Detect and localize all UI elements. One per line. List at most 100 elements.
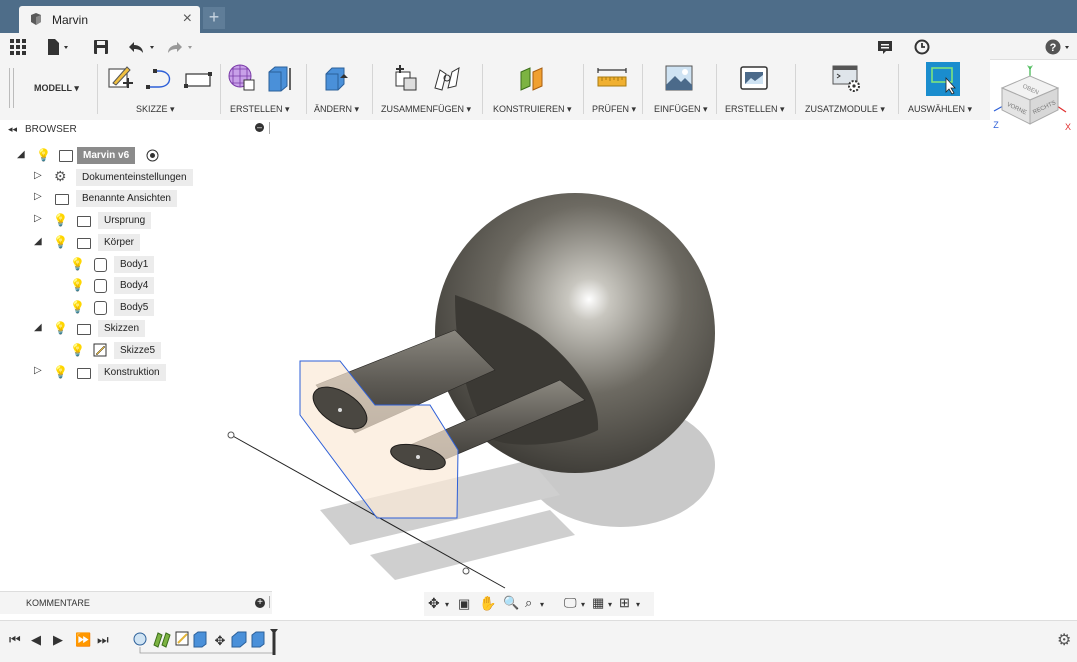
- file-menu-icon[interactable]: [47, 38, 71, 56]
- play-icon[interactable]: ▶: [53, 632, 63, 648]
- tree-item-label[interactable]: Dokumenteinstellungen: [76, 169, 193, 186]
- tree-item-label[interactable]: Body5: [114, 299, 155, 316]
- close-tab-button[interactable]: ×: [183, 10, 192, 28]
- chevron-down-icon[interactable]: ▾: [445, 600, 449, 609]
- help-icon[interactable]: ?: [1045, 38, 1073, 56]
- tree-item-label[interactable]: Benannte Ansichten: [76, 190, 177, 207]
- step-back-icon[interactable]: ◀: [31, 632, 41, 648]
- tree-item-sketches[interactable]: ◢ 💡 Skizzen: [34, 320, 154, 337]
- tree-item-label[interactable]: Body1: [114, 256, 155, 273]
- create-form-icon[interactable]: [228, 64, 256, 92]
- spline-icon[interactable]: [145, 68, 175, 90]
- create-menu[interactable]: ERSTELLEN ▾: [230, 104, 290, 115]
- fit-icon[interactable]: ⌕: [525, 595, 532, 611]
- pan-hand-icon[interactable]: ✋: [479, 595, 496, 612]
- save-icon[interactable]: [93, 38, 109, 56]
- tree-item-document-settings[interactable]: ▷ ⚙ Dokumenteinstellungen: [34, 168, 194, 186]
- chevron-down-icon[interactable]: ▾: [636, 600, 640, 609]
- expand-triangle-icon[interactable]: ▷: [34, 365, 42, 376]
- tree-root[interactable]: ◢ 💡 Marvin v6: [17, 147, 167, 164]
- visibility-bulb-icon[interactable]: 💡: [53, 365, 68, 379]
- visibility-bulb-icon[interactable]: 💡: [70, 278, 85, 292]
- add-comment-button[interactable]: +: [255, 598, 265, 608]
- new-tab-button[interactable]: +: [203, 7, 225, 29]
- step-forward-icon[interactable]: ⏩: [75, 632, 91, 648]
- new-component-icon[interactable]: [392, 64, 420, 92]
- panel-grip[interactable]: [269, 596, 270, 608]
- grid-icon[interactable]: ▦: [592, 595, 604, 611]
- visibility-bulb-icon[interactable]: 💡: [70, 343, 85, 357]
- tree-item-label[interactable]: Body4: [114, 277, 155, 294]
- undo-icon[interactable]: [128, 38, 158, 56]
- visibility-bulb-icon[interactable]: 💡: [53, 213, 68, 227]
- go-to-start-icon[interactable]: ⏮: [9, 632, 21, 648]
- tree-item-label[interactable]: Konstruktion: [98, 364, 166, 381]
- make-menu[interactable]: ERSTELLEN ▾: [725, 104, 785, 115]
- tree-item-body[interactable]: 💡 Body4: [68, 277, 168, 294]
- expand-triangle-icon[interactable]: ▷: [34, 191, 42, 202]
- measure-icon[interactable]: [597, 68, 627, 88]
- collapse-triangle-icon[interactable]: ◢: [17, 149, 25, 160]
- viewports-icon[interactable]: ⊞: [619, 595, 630, 611]
- display-settings-icon[interactable]: 🖵: [564, 595, 577, 611]
- timeline-settings-gear-icon[interactable]: ⚙: [1057, 630, 1071, 650]
- chevron-down-icon[interactable]: ▾: [608, 600, 612, 609]
- select-button[interactable]: [926, 62, 960, 96]
- go-to-end-icon[interactable]: ⏭: [97, 632, 109, 648]
- visibility-bulb-icon[interactable]: 💡: [53, 321, 68, 335]
- tree-item-label[interactable]: Skizzen: [98, 320, 146, 337]
- sketch-menu[interactable]: SKIZZE ▾: [136, 104, 175, 115]
- visibility-bulb-icon[interactable]: 💡: [53, 235, 68, 249]
- tree-item-origin[interactable]: ▷ 💡 Ursprung: [34, 212, 164, 229]
- expand-triangle-icon[interactable]: ▷: [34, 213, 42, 224]
- visibility-bulb-icon[interactable]: 💡: [70, 257, 85, 271]
- offset-plane-icon[interactable]: [518, 64, 546, 92]
- extrude-icon[interactable]: [265, 64, 293, 92]
- addins-menu[interactable]: ZUSATZMODULE ▾: [805, 104, 885, 115]
- tree-item-construction[interactable]: ▷ 💡 Konstruktion: [34, 364, 174, 381]
- chevron-down-icon[interactable]: ▾: [581, 600, 585, 609]
- panel-grip[interactable]: [269, 122, 270, 134]
- inspect-menu[interactable]: PRÜFEN ▾: [592, 104, 636, 115]
- insert-image-icon[interactable]: [665, 65, 693, 91]
- joint-icon[interactable]: [432, 64, 462, 92]
- tree-item-label[interactable]: Ursprung: [98, 212, 152, 229]
- timeline-features[interactable]: ✥: [132, 629, 287, 657]
- look-at-icon[interactable]: ▣: [458, 596, 470, 612]
- job-status-icon[interactable]: [914, 38, 930, 56]
- create-sketch-icon[interactable]: [107, 63, 135, 91]
- collapse-triangle-icon[interactable]: ◢: [34, 236, 42, 247]
- visibility-bulb-icon[interactable]: 💡: [36, 148, 51, 162]
- browser-collapse-button[interactable]: –: [255, 123, 264, 132]
- active-radio-icon[interactable]: [146, 149, 159, 162]
- chevron-down-icon[interactable]: ▾: [540, 600, 544, 609]
- modify-menu[interactable]: ÄNDERN ▾: [314, 104, 359, 115]
- tree-item-label[interactable]: Körper: [98, 234, 141, 251]
- tree-item-bodies[interactable]: ◢ 💡 Körper: [34, 234, 154, 251]
- comments-icon[interactable]: [877, 38, 893, 56]
- collapse-browser-icon[interactable]: ◂◂: [8, 124, 17, 135]
- rendering-icon[interactable]: [740, 66, 768, 90]
- scripts-addins-icon[interactable]: [832, 65, 862, 93]
- press-pull-icon[interactable]: [322, 64, 350, 92]
- zoom-icon[interactable]: 🔍: [503, 595, 519, 611]
- orbit-icon[interactable]: ✥: [428, 595, 440, 612]
- assemble-menu[interactable]: ZUSAMMENFÜGEN ▾: [381, 104, 471, 115]
- tree-item-sketch[interactable]: 💡 Skizze5: [68, 342, 178, 359]
- document-tab[interactable]: Marvin ×: [19, 6, 200, 33]
- construct-menu[interactable]: KONSTRUIEREN ▾: [493, 104, 572, 115]
- tree-item-body[interactable]: 💡 Body1: [68, 256, 168, 273]
- insert-menu[interactable]: EINFÜGEN ▾: [654, 104, 708, 115]
- rectangle-icon[interactable]: [184, 70, 212, 90]
- app-grid-icon[interactable]: [10, 38, 26, 56]
- root-component-label[interactable]: Marvin v6: [77, 147, 136, 164]
- workspace-switcher[interactable]: MODELL ▾: [34, 83, 79, 94]
- tree-item-label[interactable]: Skizze5: [114, 342, 162, 359]
- tree-item-named-views[interactable]: ▷ Benannte Ansichten: [34, 190, 184, 207]
- select-menu[interactable]: AUSWÄHLEN ▾: [908, 104, 972, 115]
- collapse-triangle-icon[interactable]: ◢: [34, 322, 42, 333]
- expand-triangle-icon[interactable]: ▷: [34, 170, 42, 181]
- tree-item-body[interactable]: 💡 Body5: [68, 299, 168, 316]
- redo-icon[interactable]: [168, 38, 198, 56]
- visibility-bulb-icon[interactable]: 💡: [70, 300, 85, 314]
